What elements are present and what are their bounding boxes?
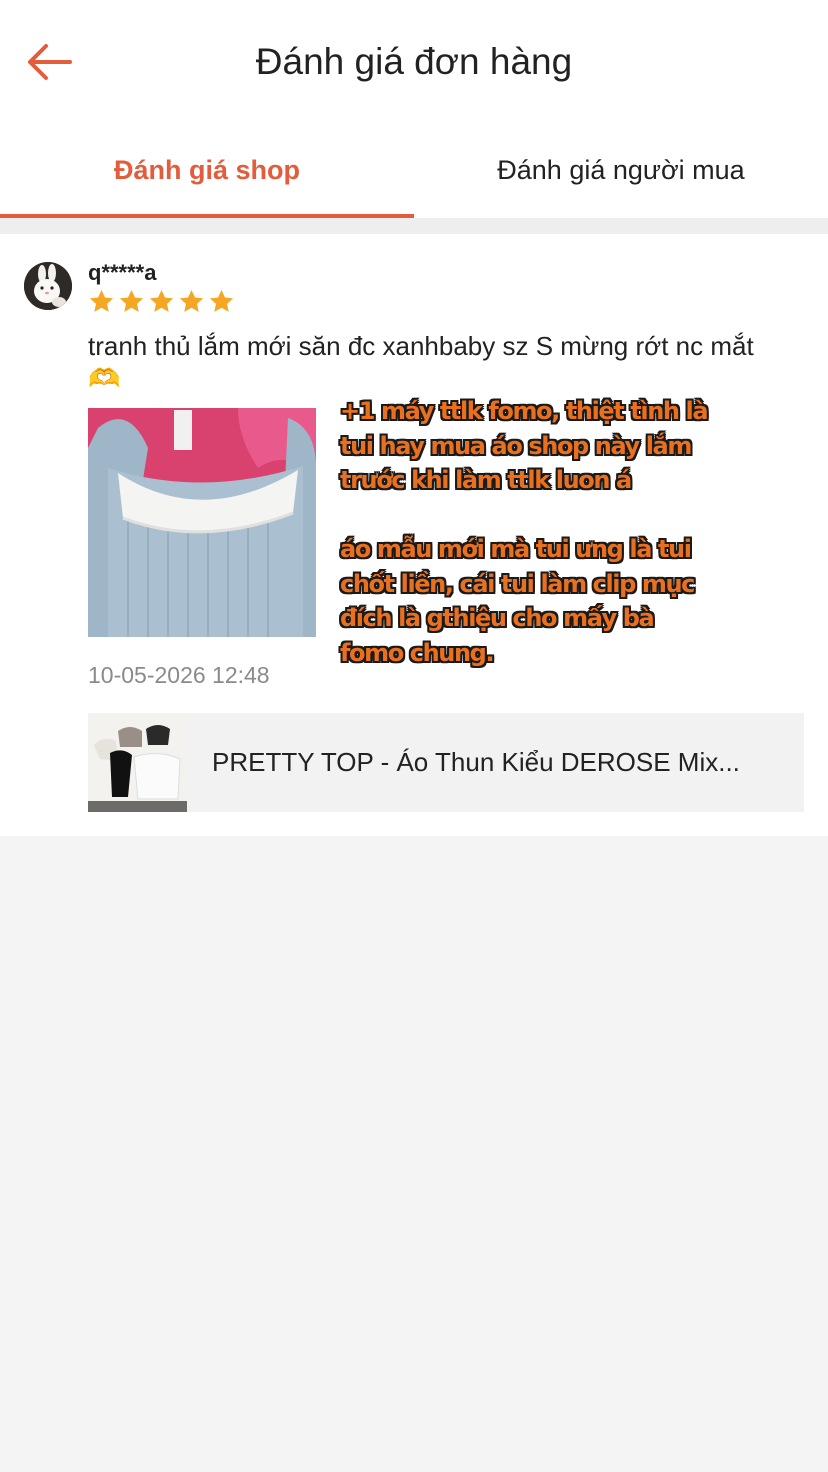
product-thumbnail	[88, 713, 187, 812]
section-divider	[0, 218, 828, 234]
caption-line: áo mẫu mới mà tui ưng là tui	[340, 535, 692, 563]
rabbit-avatar-image	[24, 262, 72, 310]
tab-shop-review[interactable]: Đánh giá shop	[0, 122, 414, 218]
caption-line: tui hay mua áo shop này lắm	[340, 431, 692, 460]
caption-line: fomo chung.	[340, 638, 495, 667]
review-card: q*****a tranh thủ lắm mới săn đc xanhbab…	[0, 234, 828, 836]
tab-buyer-review[interactable]: Đánh giá người mua	[414, 122, 828, 218]
tab-label: Đánh giá shop	[113, 154, 300, 185]
avatar[interactable]	[24, 262, 72, 310]
blue-top-photo	[88, 408, 316, 637]
review-timestamp: 10-05-2026 12:48	[88, 662, 270, 688]
caption-line: +1 máy ttlk fomo, thiệt tình là	[340, 397, 709, 425]
tab-bar: Đánh giá shop Đánh giá người mua	[0, 122, 828, 218]
review-comment: tranh thủ lắm mới săn đc xanhbaby sz S m…	[88, 331, 754, 393]
star-rating	[88, 288, 235, 315]
star-icon	[149, 290, 174, 312]
star-icon	[89, 290, 114, 312]
product-link-card[interactable]: PRETTY TOP - Áo Thun Kiểu DEROSE Mix...	[88, 713, 804, 812]
star-icon	[179, 290, 204, 312]
product-name: PRETTY TOP - Áo Thun Kiểu DEROSE Mix...	[212, 747, 740, 777]
caption-line: trước khi làm ttlk luon á	[340, 466, 632, 494]
caption-line: chốt liền, cái tui làm clip mục	[340, 569, 695, 598]
page-title: Đánh giá đơn hàng	[255, 41, 573, 82]
tab-label: Đánh giá người mua	[497, 154, 745, 185]
star-icon	[119, 290, 144, 312]
caption-line: đích là gthiệu cho mấy bà	[340, 604, 655, 632]
reviewer-username: q*****a	[88, 260, 157, 285]
review-photo[interactable]	[88, 408, 316, 637]
review-photo-caption: +1 máy ttlk fomo, thiệt tình là tui hay …	[340, 394, 760, 670]
header-bar: Đánh giá đơn hàng	[0, 0, 828, 122]
star-icon	[209, 290, 234, 312]
